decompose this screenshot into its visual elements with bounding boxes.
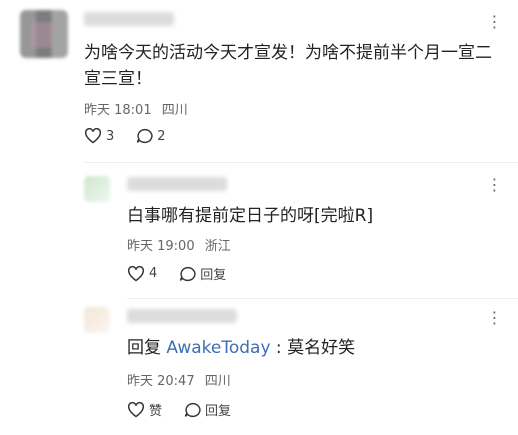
reply-username-blurred[interactable] <box>127 309 237 323</box>
reply-avatar[interactable] <box>84 307 110 333</box>
divider <box>84 162 518 163</box>
reply-button[interactable]: 回复 <box>184 400 231 419</box>
reply-avatar[interactable] <box>84 176 110 202</box>
comment-text: 为啥今天的活动今天才宣发！为啥不提前半个月一宣二宣三宣！ <box>84 43 492 89</box>
more-options-icon[interactable]: ⋮ <box>486 310 503 326</box>
username-blurred[interactable] <box>84 12 174 26</box>
heart-icon <box>127 265 145 281</box>
comment-actions: 3 2 <box>84 128 188 144</box>
like-count: 3 <box>106 128 115 144</box>
reply-username-blurred[interactable] <box>127 177 227 191</box>
like-button[interactable]: 赞 <box>127 400 162 419</box>
reply-location: 四川 <box>204 374 231 389</box>
like-label: 赞 <box>149 404 163 419</box>
mention-link[interactable]: AwakeToday <box>166 338 270 358</box>
reply-label: 回复 <box>205 404 232 419</box>
comment-bubble-icon <box>137 128 153 144</box>
reply-button[interactable]: 2 <box>136 128 166 144</box>
comment-bubble-icon <box>184 402 201 417</box>
like-button[interactable]: 4 <box>127 265 158 282</box>
reply-count: 2 <box>157 128 166 144</box>
reply-button[interactable]: 回复 <box>179 264 226 283</box>
more-options-icon[interactable]: ⋮ <box>486 177 503 193</box>
reply-prefix: 回复 <box>127 338 161 358</box>
more-options-icon[interactable]: ⋮ <box>486 14 503 30</box>
heart-icon <box>127 401 145 417</box>
divider <box>127 298 518 299</box>
reply-body: 莫名好笑 <box>287 338 356 358</box>
like-button[interactable]: 3 <box>84 128 114 144</box>
comment-location: 四川 <box>161 103 188 118</box>
avatar[interactable] <box>20 10 68 58</box>
comment-bubble-icon <box>180 266 196 281</box>
comment-time: 昨天 18:01 <box>84 103 152 118</box>
reply-time: 昨天 20:47 <box>127 374 195 389</box>
like-count: 4 <box>149 266 158 281</box>
reply-label: 回复 <box>200 268 227 283</box>
reply-text: 回复 AwakeToday : 莫名好笑 <box>127 335 355 361</box>
reply-colon: : <box>270 338 288 358</box>
reply-actions: 赞 回复 <box>127 400 253 419</box>
reply-meta: 昨天 19:00 浙江 <box>127 235 231 254</box>
reply-actions: 4 回复 <box>127 264 248 283</box>
reply-text: 白事哪有提前定日子的呀[完啦R] <box>127 206 374 226</box>
reply-time: 昨天 19:00 <box>127 239 195 254</box>
comment-meta: 昨天 18:01 四川 <box>84 99 188 118</box>
heart-icon <box>84 128 102 144</box>
reply-meta: 昨天 20:47 四川 <box>127 370 231 389</box>
reply-location: 浙江 <box>204 239 231 254</box>
